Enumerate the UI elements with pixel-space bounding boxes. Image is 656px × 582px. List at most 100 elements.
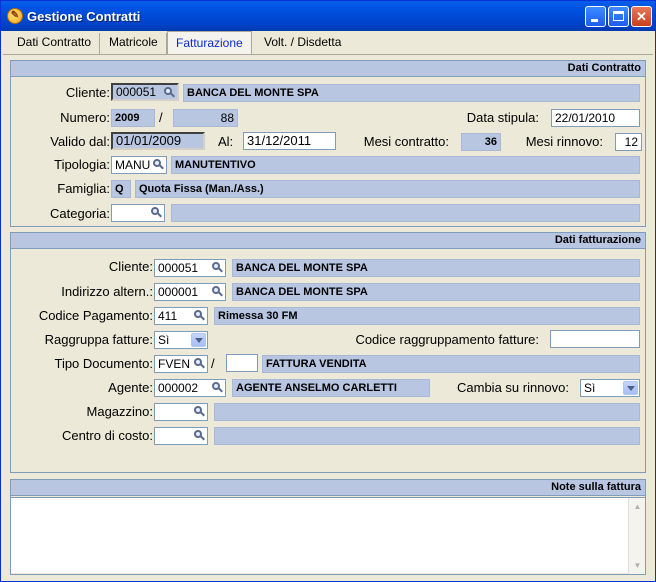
cliente-label: Cliente:	[65, 85, 110, 100]
raggruppa-select[interactable]: Sì	[154, 331, 208, 349]
note-scrollbar[interactable]: ▲ ▼	[628, 498, 645, 574]
search-icon[interactable]	[192, 429, 206, 443]
magazzino-name-field	[214, 403, 640, 421]
search-icon[interactable]	[192, 309, 206, 323]
search-icon[interactable]	[151, 158, 165, 172]
minimize-button[interactable]	[585, 6, 606, 27]
title-bar: ✎ Gestione Contratti ✕	[1, 1, 655, 31]
tipologia-name-field: MANUTENTIVO	[171, 156, 640, 174]
dati-contratto-group: Dati Contratto Cliente: 000051 BANCA DEL…	[10, 60, 646, 227]
fatt-cliente-name-field: BANCA DEL MONTE SPA	[232, 259, 640, 277]
valido-dal-field[interactable]: 01/01/2009	[111, 132, 205, 150]
mesi-contratto-field: 36	[461, 133, 501, 151]
tab-bar: Dati Contratto Matricole Fatturazione Vo…	[1, 31, 655, 55]
close-button[interactable]: ✕	[631, 6, 652, 27]
mesi-rinnovo-field[interactable]: 12	[615, 133, 642, 151]
tab-matricole[interactable]: Matricole	[101, 33, 167, 55]
data-stipula-field[interactable]: 22/01/2010	[551, 109, 640, 127]
famiglia-name-field: Quota Fissa (Man./Ass.)	[135, 180, 640, 198]
tipologia-code-field[interactable]: MANU	[111, 156, 167, 174]
indirizzo-code-value: 000001	[158, 285, 199, 299]
chevron-down-icon[interactable]	[191, 333, 206, 347]
note-header: Note sulla fattura	[11, 480, 645, 496]
valido-dal-label: Valido dal:	[50, 134, 110, 149]
chevron-down-icon[interactable]	[623, 381, 638, 395]
data-stipula-label: Data stipula:	[466, 110, 539, 125]
cambia-rinnovo-value: Sì	[584, 381, 596, 395]
indirizzo-label: Indirizzo altern.:	[61, 284, 153, 299]
mesi-rinnovo-label: Mesi rinnovo:	[525, 134, 603, 149]
centro-costo-label: Centro di costo:	[61, 428, 153, 443]
window-title: Gestione Contratti	[27, 9, 141, 24]
numero-anno-field: 2009	[111, 109, 155, 127]
raggruppa-label: Raggruppa fatture:	[44, 332, 153, 347]
minimize-icon	[591, 19, 598, 22]
codice-raggr-label: Codice raggruppamento fatture:	[355, 332, 539, 347]
codice-raggr-field[interactable]	[550, 330, 640, 348]
tab-dati-contratto[interactable]: Dati Contratto	[9, 33, 101, 55]
maximize-button[interactable]	[608, 6, 629, 27]
tab-divider	[3, 54, 653, 55]
centro-costo-code-field[interactable]	[154, 427, 208, 445]
tab-volt-disdetta[interactable]: Volt. / Disdetta	[256, 33, 349, 55]
dati-fatturazione-header: Dati fatturazione	[11, 233, 645, 249]
agente-code-value: 000002	[158, 381, 199, 395]
famiglia-label: Famiglia:	[57, 181, 110, 196]
search-icon[interactable]	[162, 86, 176, 99]
dati-fatturazione-group: Dati fatturazione Cliente: 000051 BANCA …	[10, 232, 646, 473]
fatt-cliente-code-value: 000051	[158, 261, 199, 275]
raggruppa-value: Sì	[158, 333, 170, 347]
tipo-doc-name-field: FATTURA VENDITA	[262, 355, 640, 373]
tipo-doc-label: Tipo Documento:	[54, 356, 153, 371]
famiglia-code-field: Q	[111, 180, 131, 198]
numero-field: 88	[173, 109, 238, 127]
fatt-cliente-label: Cliente:	[108, 259, 153, 274]
cliente-code-field[interactable]: 000051	[111, 83, 179, 101]
search-icon[interactable]	[192, 405, 206, 419]
tipo-doc-extra-field[interactable]	[226, 354, 258, 372]
mesi-contratto-label: Mesi contratto:	[363, 134, 449, 149]
agente-code-field[interactable]: 000002	[154, 379, 226, 397]
maximize-icon	[613, 11, 624, 21]
numero-label: Numero:	[60, 110, 110, 125]
magazzino-label: Magazzino:	[86, 404, 153, 419]
agente-name-field: AGENTE ANSELMO CARLETTI	[232, 379, 430, 397]
indirizzo-code-field[interactable]: 000001	[154, 283, 226, 301]
tipo-doc-code-field[interactable]: FVEN	[154, 355, 208, 373]
scroll-up-icon[interactable]: ▲	[630, 499, 645, 514]
al-field[interactable]: 31/12/2011	[243, 132, 336, 150]
cambia-rinnovo-label: Cambia su rinnovo:	[457, 380, 569, 395]
fatt-cliente-code-field[interactable]: 000051	[154, 259, 226, 277]
magazzino-code-field[interactable]	[154, 403, 208, 421]
scroll-down-icon[interactable]: ▼	[630, 558, 645, 573]
tab-fatturazione[interactable]: Fatturazione	[167, 31, 252, 55]
agente-label: Agente:	[108, 380, 153, 395]
al-label: Al:	[218, 134, 234, 149]
search-icon[interactable]	[149, 206, 163, 220]
tipo-doc-separator: /	[211, 356, 215, 371]
pagamento-label: Codice Pagamento:	[38, 308, 153, 323]
cliente-code-value: 000051	[116, 85, 157, 99]
search-icon[interactable]	[210, 285, 224, 299]
pagamento-code-field[interactable]: 411	[154, 307, 208, 325]
note-textarea[interactable]: ▲ ▼	[11, 497, 645, 574]
pagamento-name-field: Rimessa 30 FM	[214, 307, 640, 325]
categoria-code-field[interactable]	[111, 204, 165, 222]
search-icon[interactable]	[210, 261, 224, 275]
cliente-name-field: BANCA DEL MONTE SPA	[183, 84, 640, 102]
centro-costo-name-field	[214, 427, 640, 445]
search-icon[interactable]	[210, 381, 224, 395]
pagamento-code-value: 411	[158, 309, 178, 323]
indirizzo-name-field: BANCA DEL MONTE SPA	[232, 283, 640, 301]
categoria-name-field	[171, 204, 640, 222]
main-window: ✎ Gestione Contratti ✕ Dati Contratto Ma…	[0, 0, 656, 582]
numero-separator: /	[159, 110, 163, 125]
search-icon[interactable]	[192, 357, 206, 371]
cambia-rinnovo-select[interactable]: Sì	[580, 379, 640, 397]
app-icon: ✎	[7, 8, 23, 24]
dati-contratto-header: Dati Contratto	[11, 61, 645, 77]
tipologia-code-value: MANU	[115, 158, 151, 172]
close-icon: ✕	[636, 9, 647, 24]
tipo-doc-code-value: FVEN	[158, 357, 191, 371]
categoria-label: Categoria:	[50, 206, 110, 221]
